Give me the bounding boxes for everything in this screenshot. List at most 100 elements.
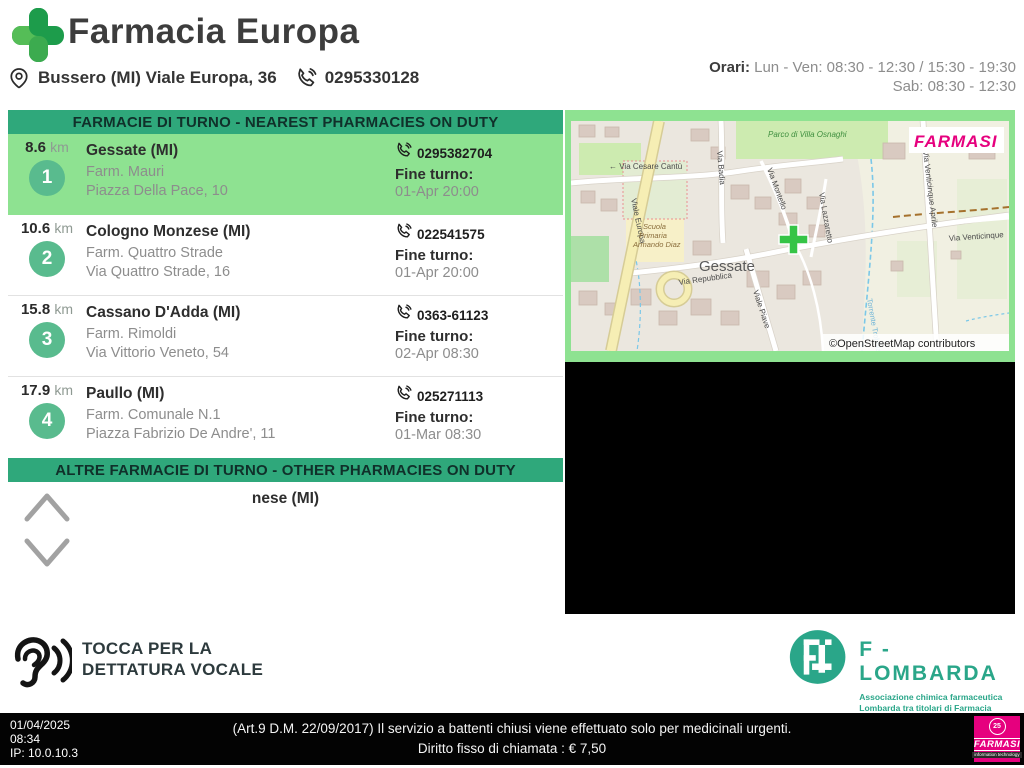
turn-info: 022541575 Fine turno: 01-Apr 20:00	[395, 215, 563, 295]
map-farmasi-logo: FARMASI	[914, 132, 998, 151]
fine-turno-value: 02-Apr 08:30	[395, 346, 479, 362]
f-lombarda-sub1: Associazione chimica farmaceutica	[859, 692, 1003, 702]
fine-turno-label: Fine turno:	[395, 247, 474, 264]
distance-value: 17.9	[20, 382, 51, 399]
phone-icon	[395, 304, 412, 326]
duty-address: Piazza Della Pace, 10	[86, 183, 228, 199]
pharmacy-address-row: Bussero (MI) Viale Europa, 36 0295330128	[8, 64, 419, 92]
pharmacy-phone-wrap: 0295330128	[295, 66, 420, 90]
distance-value: 10.6	[20, 220, 51, 237]
fine-turno-value: 01-Apr 20:00	[395, 184, 479, 200]
footer-notice-line2: Diritto fisso di chiamata : € 7,50	[417, 741, 607, 756]
map-park-label: Parco di Villa Osnaghi	[768, 130, 847, 139]
f-lombarda-logo: F - LOMBARDA Associazione chimica farmac…	[788, 624, 1024, 713]
farmasi-subtitle: information technology	[972, 752, 1022, 758]
scroll-up-button[interactable]	[22, 488, 72, 526]
other-pharmacies-section: nese (MI)	[8, 482, 563, 614]
voice-dictation-button[interactable]: TOCCA PER LA DETTATURA VOCALE	[8, 632, 263, 696]
footer-notice: (Art.9 D.M. 22/09/2017) Il servizio a ba…	[162, 719, 862, 759]
fine-turno-label: Fine turno:	[395, 166, 474, 183]
distance-column: 17.9 km 4	[8, 377, 86, 458]
other-pharmacy-scrolling-text: nese (MI)	[251, 490, 320, 507]
farmasi-25-badge: 25	[988, 718, 1006, 735]
footer-date: 01/04/2025	[10, 718, 71, 732]
rank-badge: 1	[29, 160, 65, 196]
duty-row-2[interactable]: 10.6 km 2 Cologno Monzese (MI) Farm. Qua…	[8, 215, 563, 296]
farmasi-name: FARMASI	[973, 738, 1021, 751]
distance-unit: km	[54, 382, 74, 398]
duty-pharmacy-name: Farm. Quattro Strade	[86, 245, 223, 261]
duty-city: Cassano D'Adda (MI)	[86, 304, 241, 321]
duty-phone: 0295382704	[417, 145, 493, 161]
distance-unit: km	[50, 139, 69, 155]
footer-notice-line1: (Art.9 D.M. 22/09/2017) Il servizio a ba…	[232, 721, 792, 736]
pharmacy-cross-logo-icon	[10, 6, 66, 64]
fine-turno-value: 01-Mar 08:30	[395, 427, 482, 443]
duty-city: Paullo (MI)	[86, 385, 165, 402]
fine-turno-label: Fine turno:	[395, 328, 474, 345]
phone-icon	[295, 66, 317, 90]
f-lombarda-name: F - LOMBARDA	[859, 638, 998, 685]
pharmacy-info: Cologno Monzese (MI) Farm. Quattro Strad…	[86, 215, 395, 295]
distance-column: 8.6 km 1	[8, 134, 86, 215]
video-area[interactable]	[565, 362, 1015, 614]
scroll-down-button[interactable]	[22, 534, 72, 572]
pharmacy-phone: 0295330128	[324, 68, 420, 87]
duty-pharmacy-name: Farm. Rimoldi	[86, 326, 177, 342]
duty-pharmacy-name: Farm. Comunale N.1	[86, 407, 221, 423]
fine-turno-label: Fine turno:	[395, 409, 474, 426]
duty-phone: 022541575	[417, 226, 485, 242]
voice-label-line1: TOCCA PER LA	[82, 639, 213, 658]
duty-row-3[interactable]: 15.8 km 3 Cassano D'Adda (MI) Farm. Rimo…	[8, 296, 563, 377]
opening-hours-value: Lun - Ven: 08:30 - 12:30 / 15:30 - 19:30…	[754, 59, 1016, 95]
turn-info: 0363-61123 Fine turno: 02-Apr 08:30	[395, 296, 563, 376]
f-lombarda-mark-icon	[789, 630, 846, 684]
distance-value: 15.8	[20, 301, 51, 318]
phone-icon	[395, 142, 412, 164]
pharmacy-info: Paullo (MI) Farm. Comunale N.1 Piazza Fa…	[86, 377, 395, 458]
phone-icon	[395, 385, 412, 407]
nearest-duty-header: FARMACIE DI TURNO - NEAREST PHARMACIES O…	[8, 110, 563, 134]
voice-dictation-label: TOCCA PER LA DETTATURA VOCALE	[82, 638, 263, 680]
turn-info: 0295382704 Fine turno: 01-Apr 20:00	[395, 134, 563, 215]
duty-address: Piazza Fabrizio De Andre', 11	[86, 426, 276, 442]
f-lombarda-sub2: Lombarda tra titolari di Farmacia	[859, 702, 992, 713]
map-attribution: ©OpenStreetMap contributors	[829, 338, 976, 350]
phone-icon	[395, 223, 412, 245]
duty-pharmacy-name: Farm. Mauri	[86, 164, 165, 180]
footer-ip: IP: 10.0.10.3	[10, 746, 79, 760]
footer-bar: 01/04/2025 08:34 IP: 10.0.10.3 (Art.9 D.…	[0, 713, 1024, 765]
f-lombarda-subtitle: Associazione chimica farmaceutica Lombar…	[859, 692, 1024, 713]
chevron-up-icon	[24, 493, 70, 522]
chevron-down-icon	[24, 538, 70, 567]
duty-row-4[interactable]: 17.9 km 4 Paullo (MI) Farm. Comunale N.1…	[8, 377, 563, 458]
map-school-label: Scuola	[643, 222, 666, 231]
opening-hours-label: Orari:	[709, 59, 750, 76]
distance-column: 10.6 km 2	[8, 215, 86, 295]
rank-badge: 4	[29, 403, 65, 439]
map[interactable]: Gessate ← Via Cesare Cantù Viale Europa …	[571, 121, 1009, 351]
voice-label-line2: DETTATURA VOCALE	[82, 660, 264, 679]
opening-hours: Orari: Lun - Ven: 08:30 - 12:30 / 15:30 …	[686, 58, 1016, 96]
map-street-label: ← Via Cesare Cantù	[609, 162, 682, 171]
rank-badge: 2	[29, 241, 65, 277]
pharmacy-info: Gessate (MI) Farm. Mauri Piazza Della Pa…	[86, 134, 395, 215]
pharmacy-address: Bussero (MI) Viale Europa, 36	[38, 68, 277, 87]
duty-city: Gessate (MI)	[86, 142, 179, 159]
distance-value: 8.6	[25, 139, 46, 156]
duty-phone: 0363-61123	[417, 307, 489, 323]
f-lombarda-text: F - LOMBARDA Associazione chimica farmac…	[859, 638, 1024, 713]
map-school-label: Armando Diaz	[632, 240, 681, 249]
kiosk-screen: Farmacia Europa Bussero (MI) Viale Europ…	[0, 0, 1024, 768]
page-title: Farmacia Europa	[68, 12, 360, 51]
distance-unit: km	[54, 301, 74, 317]
duty-phone: 025271113	[417, 388, 484, 404]
duty-address: Via Quattro Strade, 16	[86, 264, 231, 280]
duty-pharmacies-panel: FARMACIE DI TURNO - NEAREST PHARMACIES O…	[8, 110, 563, 614]
fine-turno-value: 01-Apr 20:00	[395, 265, 479, 281]
duty-row-1[interactable]: 8.6 km 1 Gessate (MI) Farm. Mauri Piazza…	[8, 134, 563, 215]
footer-system-info: 01/04/2025 08:34 IP: 10.0.10.3	[10, 718, 78, 760]
turn-info: 025271113 Fine turno: 01-Mar 08:30	[395, 377, 563, 458]
distance-column: 15.8 km 3	[8, 296, 86, 376]
duty-city: Cologno Monzese (MI)	[86, 223, 251, 240]
